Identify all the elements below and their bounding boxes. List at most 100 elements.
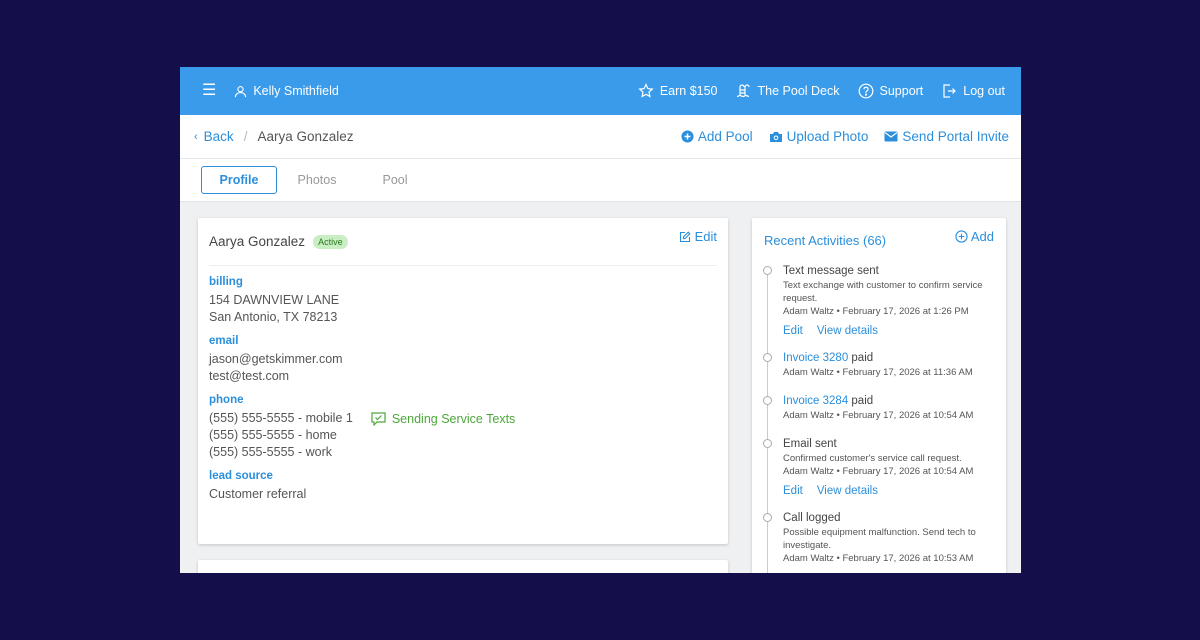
email-value: jason@getskimmer.com [209, 352, 343, 366]
camera-icon [769, 131, 782, 142]
activity-meta: Adam Waltz • February 17, 2026 at 10:54 … [783, 410, 974, 421]
add-pool-button[interactable]: Add Pool [681, 129, 753, 144]
send-portal-invite-label: Send Portal Invite [902, 129, 1009, 144]
email-value: test@test.com [209, 369, 290, 383]
activity-meta: Adam Waltz • February 17, 2026 at 10:53 … [783, 553, 974, 564]
support-link[interactable]: Support [858, 83, 924, 99]
timeline-dot [763, 396, 772, 405]
activity-edit-link[interactable]: Edit [783, 485, 803, 497]
tab-bar: Profile Photos Pool [180, 159, 1021, 202]
breadcrumb: ‹ Back / Aarya Gonzalez Add Pool Upload … [180, 115, 1021, 159]
activity-item: Text message sent Text exchange with cus… [763, 264, 994, 337]
edit-icon [679, 230, 691, 242]
recent-activities-card: Recent Activities (66) Add Text message … [752, 218, 1006, 573]
back-link[interactable]: ‹ Back [194, 129, 234, 144]
activity-item: Invoice 3284 paid Adam Waltz • February … [763, 394, 994, 423]
lead-source-value: Customer referral [209, 487, 307, 501]
phone-value: (555) 555-5555 - home [209, 428, 337, 442]
tab-photos[interactable]: Photos [279, 166, 355, 194]
add-activity-label: Add [970, 229, 994, 244]
billing-address-line: San Antonio, TX 78213 [209, 310, 338, 324]
activity-timeline: Text message sent Text exchange with cus… [763, 264, 994, 573]
breadcrumb-separator: / [243, 129, 248, 144]
top-navigation-bar: ☰ Kelly Smithfield Earn $150 The Pool De… [180, 67, 1021, 115]
invoice-link[interactable]: Invoice 3280 [783, 352, 848, 364]
tab-profile[interactable]: Profile [201, 166, 277, 194]
user-name: Kelly Smithfield [253, 84, 339, 98]
tab-pool[interactable]: Pool [357, 166, 433, 194]
plus-circle-icon [681, 130, 694, 143]
logout-label: Log out [963, 84, 1005, 98]
hamburger-icon[interactable]: ☰ [202, 83, 216, 99]
profile-card: Aarya Gonzalez Active Edit billing 154 D… [198, 218, 728, 544]
secondary-card [198, 560, 728, 573]
support-label: Support [879, 84, 924, 98]
activities-header: Recent Activities (66) Add [764, 229, 994, 248]
activity-title: Call logged [783, 512, 841, 524]
question-icon [858, 83, 873, 99]
message-check-icon [371, 411, 386, 426]
billing-label: billing [209, 276, 243, 288]
sending-service-texts-label: Sending Service Texts [391, 411, 516, 426]
star-icon [638, 83, 654, 98]
activity-description: Confirmed customer's service call reques… [783, 453, 962, 464]
status-badge: Active [313, 234, 348, 249]
activity-meta: Adam Waltz • February 17, 2026 at 10:54 … [783, 466, 974, 477]
activity-title: Email sent [783, 438, 837, 450]
timeline-line [767, 268, 768, 573]
invoice-link[interactable]: Invoice 3284 [783, 395, 848, 407]
sending-service-texts: Sending Service Texts [371, 412, 515, 426]
activity-title-suffix: paid [848, 352, 874, 364]
pool-deck-link[interactable]: The Pool Deck [736, 83, 840, 99]
pool-ladder-icon [736, 84, 750, 98]
activity-description: Text exchange with customer to confirm s… [783, 280, 983, 304]
activity-item: Invoice 3280 paid Adam Waltz • February … [763, 351, 994, 380]
activity-view-details-link[interactable]: View details [817, 485, 878, 497]
plus-circle-icon [955, 230, 968, 243]
activity-view-details-link[interactable]: View details [817, 325, 878, 337]
activity-title: Invoice 3280 paid [783, 351, 994, 366]
earn-label: Earn $150 [659, 84, 718, 98]
activity-title-suffix: paid [848, 395, 874, 407]
phone-label: phone [209, 394, 244, 406]
logout-link[interactable]: Log out [941, 83, 1005, 99]
phone-row: (555) 555-5555 - mobile 1 Sending Servic… [209, 410, 717, 427]
phone-value: (555) 555-5555 - mobile 1 [209, 411, 353, 425]
edit-profile-button[interactable]: Edit [679, 229, 717, 244]
upload-photo-button[interactable]: Upload Photo [769, 129, 869, 144]
activity-description: Possible equipment malfunction. Send tec… [783, 527, 976, 551]
breadcrumb-current: Aarya Gonzalez [257, 129, 354, 144]
email-label: email [209, 335, 239, 347]
activities-title: Recent Activities (66) [764, 233, 887, 248]
envelope-icon [884, 131, 898, 142]
add-pool-label: Add Pool [697, 129, 753, 144]
timeline-dot [763, 439, 772, 448]
upload-photo-label: Upload Photo [786, 129, 869, 144]
user-menu[interactable]: Kelly Smithfield [234, 84, 339, 98]
app-window: ☰ Kelly Smithfield Earn $150 The Pool De… [180, 67, 1021, 573]
activity-meta: Adam Waltz • February 17, 2026 at 1:26 P… [783, 306, 969, 317]
earn-link[interactable]: Earn $150 [638, 83, 718, 99]
timeline-dot [763, 266, 772, 275]
chevron-left-icon: ‹ [194, 130, 198, 143]
edit-label: Edit [694, 229, 717, 244]
pool-deck-label: The Pool Deck [757, 84, 840, 98]
activity-item: Call logged Possible equipment malfuncti… [763, 511, 994, 566]
send-portal-invite-button[interactable]: Send Portal Invite [884, 129, 1009, 144]
user-icon [235, 85, 247, 97]
logout-icon [943, 84, 957, 98]
billing-address-line: 154 DAWNVIEW LANE [209, 293, 340, 307]
profile-header: Aarya Gonzalez Active Edit [209, 229, 717, 266]
back-label: Back [203, 129, 234, 144]
timeline-dot [763, 353, 772, 362]
phone-value: (555) 555-5555 - work [209, 445, 332, 459]
timeline-dot [763, 513, 772, 522]
customer-name: Aarya Gonzalez [209, 234, 306, 249]
activity-edit-link[interactable]: Edit [783, 325, 803, 337]
activity-title: Invoice 3284 paid [783, 394, 994, 409]
activity-item: Email sent Confirmed customer's service … [763, 437, 994, 497]
add-activity-button[interactable]: Add [955, 229, 994, 244]
lead-source-label: lead source [209, 470, 273, 482]
activity-title: Text message sent [783, 265, 879, 277]
activity-meta: Adam Waltz • February 17, 2026 at 11:36 … [783, 367, 973, 378]
